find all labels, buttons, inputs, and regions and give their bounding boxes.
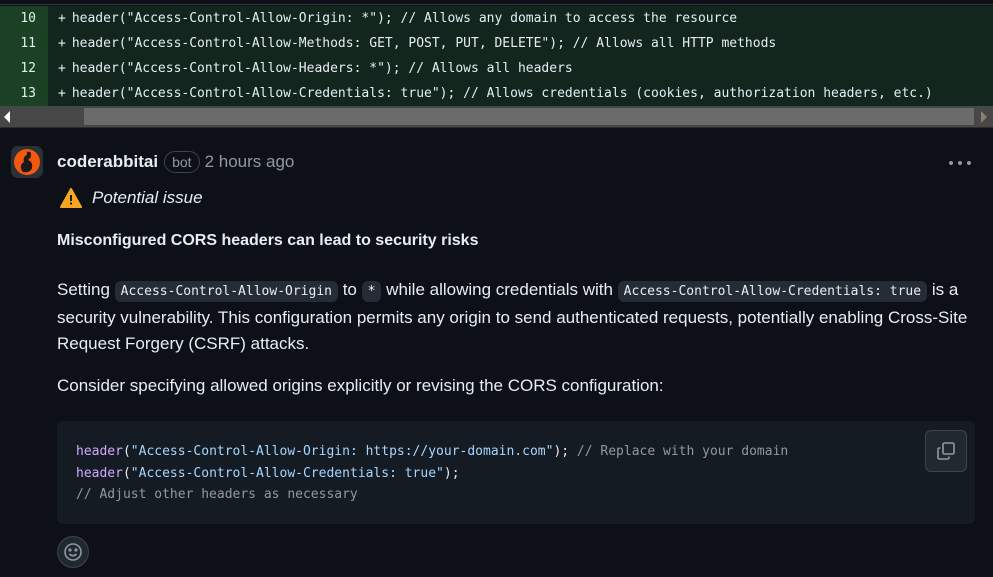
added-marker: + [58,61,66,76]
code-punct: ( [122,465,131,481]
issue-label: Potential issue [60,186,203,210]
diff-code: + header("Access-Control-Allow-Methods: G… [48,31,993,56]
code-punct: ); [553,444,570,459]
more-options-button[interactable] [949,161,971,165]
code-text: header("Access-Control-Allow-Credentials… [71,86,933,101]
line-number[interactable]: 11 [0,31,48,56]
bot-badge: bot [164,151,200,173]
code-line: header("Access-Control-Allow-Origin: htt… [76,441,956,463]
code-function: header [76,444,123,459]
code-text: header("Access-Control-Allow-Methods: GE… [71,36,777,51]
added-marker: + [58,86,66,101]
comment-header: coderabbitai bot 2 hours ago [57,150,294,174]
diff-code: + header("Access-Control-Allow-Origin: *"… [48,6,993,31]
line-number[interactable]: 10 [0,6,48,31]
inline-code: * [361,281,382,302]
avatar[interactable] [11,146,43,178]
description-paragraph: Setting Access-Control-Allow-Origin to *… [57,277,972,357]
copy-icon [937,442,955,460]
kebab-dot-icon [967,161,971,165]
kebab-dot-icon [949,161,953,165]
copy-button[interactable] [925,430,967,472]
review-comment: coderabbitai bot 2 hours ago Potential i… [0,128,993,577]
scroll-right-arrow-icon[interactable] [981,111,987,123]
code-comment: // Adjust other headers as necessary [76,487,358,502]
line-number[interactable]: 13 [0,81,48,106]
code-punct: ( [122,444,131,459]
author-name[interactable]: coderabbitai [57,152,158,172]
inline-code: Access-Control-Allow-Origin [114,281,338,302]
text: Setting [57,280,115,299]
added-marker: + [58,36,66,51]
diff-line: 12 + header("Access-Control-Allow-Headers… [0,56,993,81]
diff-line: 10 + header("Access-Control-Allow-Origin:… [0,6,993,31]
code-function: header [76,465,123,481]
issue-text: Potential issue [92,188,203,207]
warning-icon [60,188,82,208]
suggestion-paragraph: Consider specifying allowed origins expl… [57,376,664,395]
inline-code: Access-Control-Allow-Credentials: true [617,281,928,302]
text: while allowing credentials with [381,280,618,299]
code-string: "Access-Control-Allow-Credentials: true" [130,465,444,481]
code-text: header("Access-Control-Allow-Origin: *")… [71,11,738,26]
horizontal-scrollbar[interactable] [0,106,993,128]
code-string: "Access-Control-Allow-Origin: https://yo… [130,444,554,459]
line-number[interactable]: 12 [0,56,48,81]
diff-top-border [0,0,993,5]
code-punct: ); [443,465,460,481]
scrollbar-thumb[interactable] [84,108,974,125]
diff-line: 13 + header("Access-Control-Allow-Credent… [0,81,993,106]
code-text: header("Access-Control-Allow-Headers: *"… [71,61,573,76]
added-marker: + [58,11,66,26]
diff-view: 10 + header("Access-Control-Allow-Origin:… [0,0,993,106]
smiley-icon [64,543,82,561]
text: to [337,280,362,299]
scroll-left-arrow-icon[interactable] [4,111,10,123]
rabbit-logo-icon [14,149,40,175]
comment-title: Misconfigured CORS headers can lead to s… [57,232,479,249]
code-line: // Adjust other headers as necessary [76,484,956,506]
code-block: header("Access-Control-Allow-Origin: htt… [57,421,975,524]
kebab-dot-icon [958,161,962,165]
add-reaction-button[interactable] [57,536,89,568]
diff-code: + header("Access-Control-Allow-Credential… [48,81,993,106]
timestamp[interactable]: 2 hours ago [205,152,295,172]
diff-line: 11 + header("Access-Control-Allow-Methods… [0,31,993,56]
code-comment: // Replace with your domain [569,444,789,459]
diff-code: + header("Access-Control-Allow-Headers: *… [48,56,993,81]
code-line: header("Access-Control-Allow-Credentials… [76,463,956,485]
